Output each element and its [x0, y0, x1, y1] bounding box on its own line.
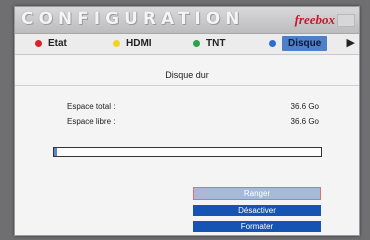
tab-label: HDMI [126, 38, 152, 49]
brand-badge [337, 14, 355, 27]
total-space-value: 36.6 Go [290, 102, 319, 111]
free-space-value: 36.6 Go [290, 117, 319, 126]
tab-label: TNT [206, 38, 226, 49]
tab-label: Etat [48, 38, 67, 49]
tab-hdmi[interactable]: HDMI [113, 36, 152, 51]
format-button[interactable]: Formater [193, 221, 321, 232]
configuration-window: CONFIGURATION freebox Etat HDMI TNT Disq… [14, 6, 360, 236]
yellow-dot-icon [113, 40, 120, 47]
total-space-label: Espace total : [67, 102, 116, 111]
free-space-label: Espace libre : [67, 117, 116, 126]
title-bar: CONFIGURATION freebox [15, 7, 359, 34]
window-title: CONFIGURATION [21, 9, 245, 29]
tab-tnt[interactable]: TNT [193, 36, 225, 51]
tab-bar: Etat HDMI TNT Disque ▶ [15, 34, 359, 55]
tab-etat[interactable]: Etat [35, 36, 67, 51]
chevron-right-icon[interactable]: ▶ [347, 36, 355, 49]
eject-button[interactable]: Ranger [193, 187, 321, 200]
deactivate-button[interactable]: Désactiver [193, 205, 321, 216]
red-dot-icon [35, 40, 42, 47]
disk-usage-bar [53, 147, 322, 157]
green-dot-icon [193, 40, 200, 47]
tab-label: Disque [282, 36, 328, 51]
disk-usage-fill [54, 148, 57, 156]
tab-disque[interactable]: Disque [269, 36, 328, 51]
brand-logo: freebox [294, 12, 335, 27]
blue-dot-icon [269, 40, 276, 47]
section-title: Disque dur [165, 70, 209, 80]
section-divider [15, 85, 359, 86]
